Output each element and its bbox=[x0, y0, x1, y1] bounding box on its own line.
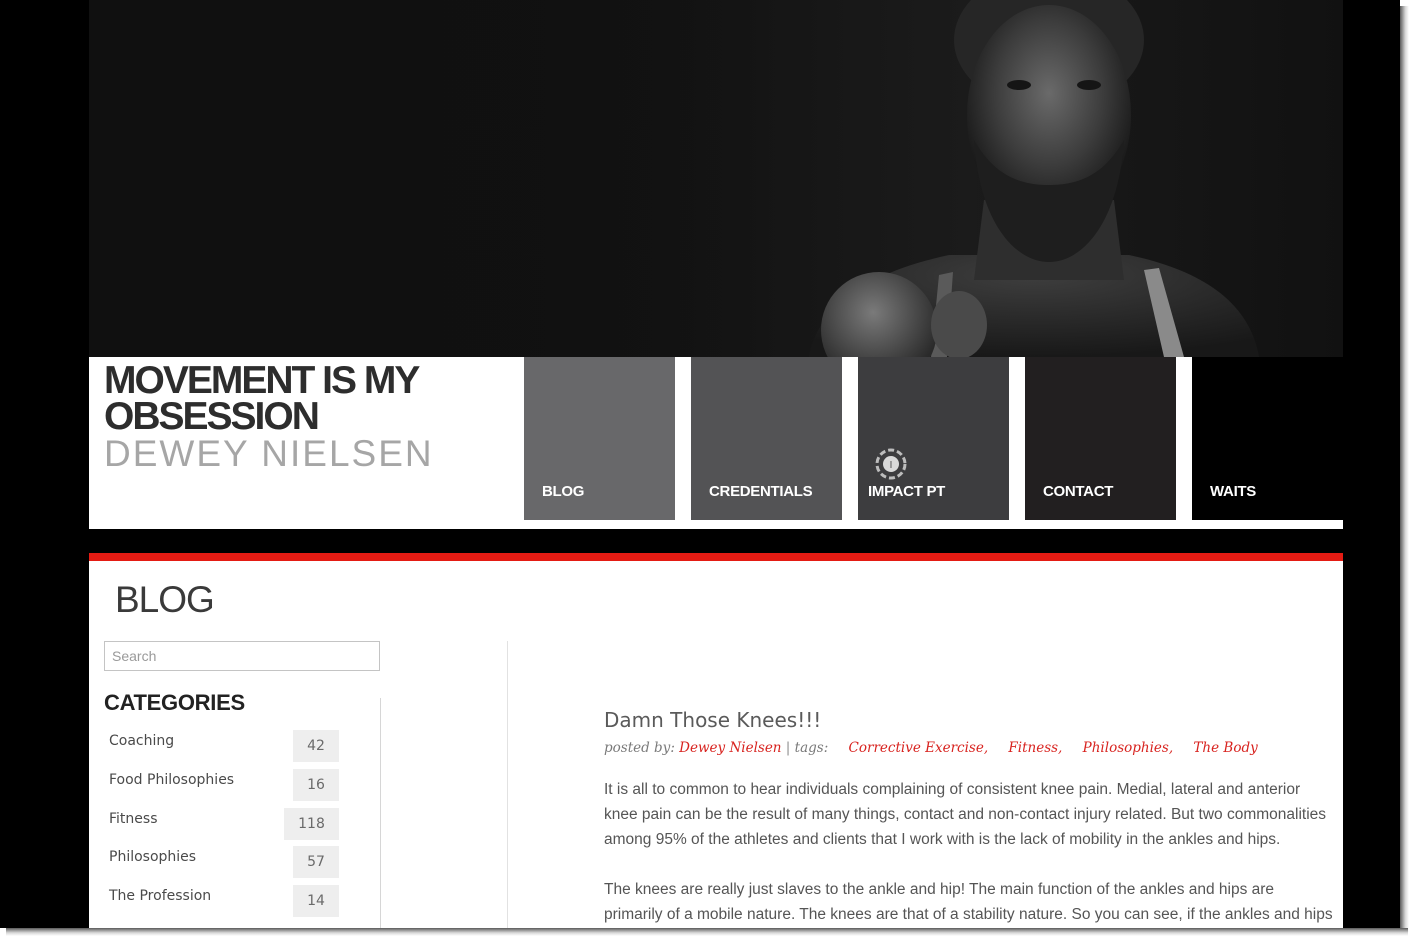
tags-label: tags: bbox=[794, 740, 829, 756]
category-count-badge: 57 bbox=[293, 846, 339, 878]
nav-label-blog: BLOG bbox=[542, 483, 585, 500]
site-header: MOVEMENT IS MY OBSESSION DEWEY NIELSEN B… bbox=[89, 357, 1343, 529]
content-divider bbox=[507, 641, 508, 928]
nav-tile-blog[interactable]: BLOG bbox=[524, 357, 675, 520]
nav-tile-impact-pt[interactable]: I IMPACT PT bbox=[858, 357, 1009, 520]
category-count-badge: 42 bbox=[293, 730, 339, 762]
nav-label-credentials: CREDENTIALS bbox=[709, 483, 813, 500]
tag-link-philosophies[interactable]: Philosophies, bbox=[1083, 740, 1173, 756]
post-meta: posted by: Dewey Nielsen | tags: Correct… bbox=[604, 740, 1258, 756]
nav-tile-credentials[interactable]: CREDENTIALS bbox=[691, 357, 842, 520]
post-paragraph: The knees are really just slaves to the … bbox=[604, 881, 1333, 923]
main-content: BLOG CATEGORIES Coaching 42 Food Philoso… bbox=[89, 561, 1343, 928]
post-paragraph: It is all to common to hear individuals … bbox=[604, 781, 1327, 848]
category-name[interactable]: Food Philosophies bbox=[109, 772, 234, 788]
nav-label-contact: CONTACT bbox=[1043, 483, 1114, 500]
categories-heading: CATEGORIES bbox=[104, 690, 245, 715]
site-title[interactable]: MOVEMENT IS MY OBSESSION bbox=[104, 359, 524, 438]
category-item-food-philosophies[interactable]: Food Philosophies 16 bbox=[109, 769, 339, 805]
window-shadow bbox=[1400, 6, 1409, 932]
category-name[interactable]: The Profession bbox=[109, 888, 211, 904]
site-title-line2: OBSESSION bbox=[104, 395, 320, 438]
impact-pt-logo-icon: I bbox=[875, 448, 907, 480]
nav-label-waits: WAITS bbox=[1210, 483, 1256, 500]
category-item-the-profession[interactable]: The Profession 14 bbox=[109, 885, 339, 921]
nav-tile-waits[interactable]: WAITS bbox=[1192, 357, 1343, 520]
post-author-link[interactable]: Dewey Nielsen bbox=[679, 740, 781, 756]
category-count-badge: 16 bbox=[293, 769, 339, 801]
search-input[interactable] bbox=[104, 641, 380, 671]
sidebar-divider bbox=[380, 698, 381, 928]
tag-link-corrective-exercise[interactable]: Corrective Exercise, bbox=[849, 740, 989, 756]
accent-divider bbox=[89, 553, 1343, 561]
category-item-fitness[interactable]: Fitness 118 bbox=[109, 808, 339, 844]
hero-photo bbox=[89, 0, 1343, 357]
tag-link-fitness[interactable]: Fitness, bbox=[1008, 740, 1062, 756]
category-count-badge: 118 bbox=[284, 808, 339, 840]
category-name[interactable]: Fitness bbox=[109, 811, 158, 827]
category-name[interactable]: Philosophies bbox=[109, 849, 196, 865]
window-shadow bbox=[6, 928, 1408, 936]
nav-tile-contact[interactable]: CONTACT bbox=[1025, 357, 1176, 520]
svg-text:I: I bbox=[890, 460, 893, 471]
tag-link-the-body[interactable]: The Body bbox=[1193, 740, 1257, 756]
post-title[interactable]: Damn Those Knees!!! bbox=[604, 708, 821, 732]
category-count-badge: 14 bbox=[293, 885, 339, 917]
hero-portrait-image bbox=[89, 0, 1259, 357]
nav-label-impact-pt: IMPACT PT bbox=[868, 483, 946, 500]
site-title-line1: MOVEMENT IS MY bbox=[104, 359, 420, 402]
posted-by-label: posted by: bbox=[604, 740, 675, 756]
page-title: BLOG bbox=[115, 579, 215, 620]
browser-page: MOVEMENT IS MY OBSESSION DEWEY NIELSEN B… bbox=[0, 0, 1400, 928]
category-name[interactable]: Coaching bbox=[109, 733, 174, 749]
site-subtitle: DEWEY NIELSEN bbox=[104, 433, 434, 474]
category-item-philosophies[interactable]: Philosophies 57 bbox=[109, 846, 339, 882]
category-item-coaching[interactable]: Coaching 42 bbox=[109, 730, 339, 766]
